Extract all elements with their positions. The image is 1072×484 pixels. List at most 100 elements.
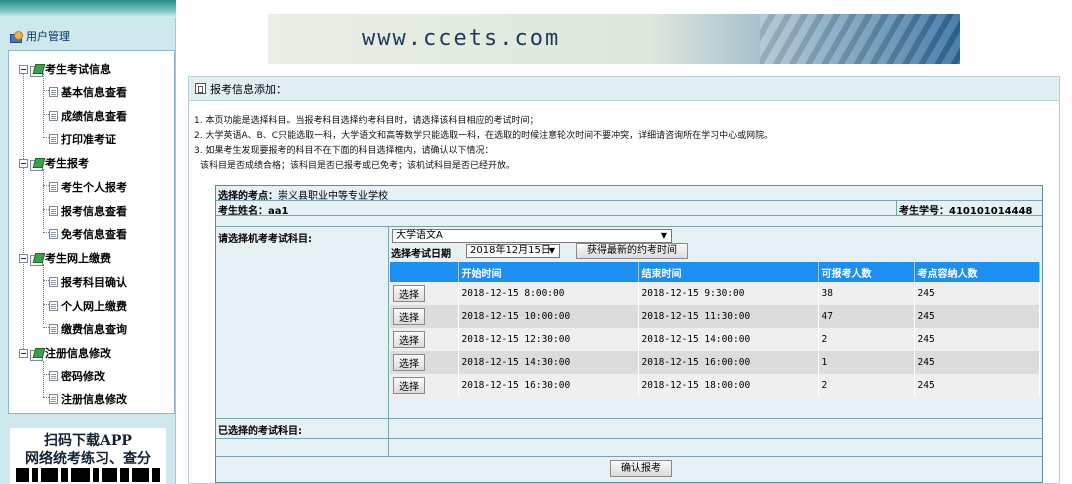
table-row: 选择 2018-12-15 16:30:00 2018-12-15 18:00:…: [390, 374, 1040, 397]
table-cell: 选择: [390, 282, 459, 305]
table-cell: 选择: [390, 374, 459, 397]
column-header: 考点容纳人数: [914, 262, 1040, 282]
banner-url-text: www.ccets.com: [362, 26, 561, 51]
confirm-registration-button[interactable]: 确认报考: [610, 460, 672, 477]
exam-date-label: 选择考试日期: [391, 249, 451, 260]
user-management-label: 用户管理: [26, 30, 70, 43]
document-icon: [49, 206, 58, 216]
table-cell: 245: [914, 305, 1040, 328]
nav-item-label: 密码修改: [61, 370, 105, 383]
exam-site-row: 选择的考点：崇义县职业中等专业学校: [218, 187, 388, 202]
tree-group-label: 考生报考: [45, 157, 89, 170]
dropdown-arrow-icon: ▼: [660, 231, 667, 240]
student-id-label: 考生学号：: [899, 206, 949, 217]
table-header-row: 开始时间 结束时间 可报考人数 考点容纳人数: [390, 262, 1040, 282]
note-line-2: 2. 大学英语A、B、C只能选取一科，大学语文和高等数学只能选取一科，在选取的时…: [194, 131, 774, 141]
table-cell: 47: [818, 305, 915, 328]
subject-select[interactable]: 大学语文A ▼: [392, 229, 672, 243]
exam-site-label: 选择的考点：: [218, 191, 278, 202]
folder-icon: [30, 253, 43, 266]
student-id-value: 410101014448: [949, 206, 1033, 217]
table-cell: 2: [818, 374, 915, 397]
table-row: 选择 2018-12-15 12:30:00 2018-12-15 14:00:…: [390, 328, 1040, 351]
tree-group-payment[interactable]: 考生网上缴费: [19, 250, 111, 266]
registration-form: 选择的考点：崇义县职业中等专业学校 考生姓名：aa1 考生学号：41010101…: [215, 185, 1043, 483]
table-cell: 选择: [390, 351, 459, 374]
collapse-icon[interactable]: [19, 253, 28, 263]
dropdown-arrow-icon: ▼: [548, 246, 555, 255]
nav-change-password[interactable]: 密码修改: [49, 368, 105, 384]
note-line-4: 该科目是否成绩合格；该科目是否已报考或已免考；该机试科目是否已经开放。: [200, 161, 516, 171]
select-slot-button[interactable]: 选择: [393, 285, 425, 302]
nav-registration-view[interactable]: 报考信息查看: [49, 203, 127, 219]
tree-group-account[interactable]: 注册信息修改: [19, 345, 111, 361]
select-slot-button[interactable]: 选择: [393, 354, 425, 371]
panel-header: 报考信息添加：: [189, 77, 1059, 101]
refresh-slots-button[interactable]: 获得最新的约考时间: [576, 243, 688, 259]
exam-slot-table: 开始时间 结束时间 可报考人数 考点容纳人数 选择 2018-12-15 8:0…: [390, 262, 1040, 397]
folder-icon: [30, 348, 43, 361]
nav-score-info[interactable]: 成绩信息查看: [49, 108, 127, 124]
table-cell: 2018-12-15 14:30:00: [458, 351, 639, 374]
table-cell: 选择: [390, 305, 459, 328]
document-icon: [49, 87, 58, 97]
tree-group-label: 注册信息修改: [45, 347, 111, 360]
tree-group-registration[interactable]: 考生报考: [19, 155, 89, 171]
table-cell: 245: [914, 282, 1040, 305]
table-cell: 245: [914, 374, 1040, 397]
table-cell: 38: [818, 282, 915, 305]
nav-edit-registration[interactable]: 注册信息修改: [49, 391, 127, 407]
nav-subject-confirm[interactable]: 报考科目确认: [49, 274, 127, 290]
select-slot-button[interactable]: 选择: [393, 377, 425, 394]
table-cell: 2018-12-15 18:00:00: [638, 374, 819, 397]
banner-photo: [760, 14, 960, 64]
table-cell: 2018-12-15 16:30:00: [458, 374, 639, 397]
select-slot-button[interactable]: 选择: [393, 331, 425, 348]
exam-site-value: 崇义县职业中等专业学校: [278, 191, 388, 202]
subject-select-value: 大学语文A: [396, 230, 443, 241]
note-line-3: 3. 如果考生发现要报考的科目不在下面的科目选择框内，请确认以下情况：: [194, 146, 494, 156]
nav-basic-info[interactable]: 基本信息查看: [49, 84, 127, 100]
nav-payment-query[interactable]: 缴费信息查询: [49, 321, 127, 337]
app-promo-line2: 网络统考练习、查分: [25, 451, 151, 467]
collapse-icon[interactable]: [19, 348, 28, 358]
nav-item-label: 个人网上缴费: [61, 300, 127, 313]
table-cell: 245: [914, 328, 1040, 351]
table-row: 选择 2018-12-15 14:30:00 2018-12-15 16:00:…: [390, 351, 1040, 374]
app-download-promo[interactable]: 扫码下载APP 网络统考练习、查分: [10, 428, 166, 484]
nav-personal-registration[interactable]: 考生个人报考: [49, 179, 127, 195]
selected-subjects-label: 已选择的考试科目:: [218, 426, 302, 437]
document-icon: [49, 371, 58, 381]
user-management-link[interactable]: 用户管理: [10, 28, 70, 44]
subject-select-label: 请选择机考考试科目:: [218, 234, 312, 245]
table-cell: 2018-12-15 12:30:00: [458, 328, 639, 351]
nav-item-label: 报考信息查看: [61, 205, 127, 218]
table-cell: 2018-12-15 8:00:00: [458, 282, 639, 305]
table-cell: 245: [914, 351, 1040, 374]
nav-print-admission[interactable]: 打印准考证: [49, 131, 116, 147]
nav-item-label: 成绩信息查看: [61, 110, 127, 123]
document-icon: [49, 324, 58, 334]
nav-item-label: 打印准考证: [61, 133, 116, 146]
column-header: 开始时间: [458, 262, 639, 282]
nav-tree: 考生考试信息 基本信息查看 成绩信息查看 打印准考证 考生报考 考生个人报考 报…: [8, 50, 175, 414]
nav-exemption-view[interactable]: 免考信息查看: [49, 226, 127, 242]
document-icon: [49, 229, 58, 239]
nav-item-label: 基本信息查看: [61, 86, 127, 99]
collapse-icon[interactable]: [19, 158, 28, 168]
column-header: 结束时间: [638, 262, 819, 282]
nav-online-payment[interactable]: 个人网上缴费: [49, 298, 127, 314]
student-name-row: 考生姓名：aa1: [218, 202, 288, 217]
exam-date-select[interactable]: 2018年12月15日 ▼: [466, 244, 560, 258]
folder-icon: [30, 64, 43, 77]
collapse-icon[interactable]: [19, 64, 28, 74]
panel-title: 报考信息添加：: [210, 82, 287, 96]
nav-item-label: 缴费信息查询: [61, 323, 127, 336]
document-icon: [49, 134, 58, 144]
table-cell: 选择: [390, 328, 459, 351]
tree-group-exam-info[interactable]: 考生考试信息: [19, 61, 111, 77]
nav-item-label: 注册信息修改: [61, 393, 127, 406]
select-slot-button[interactable]: 选择: [393, 308, 425, 325]
page-icon: [195, 83, 206, 94]
table-cell: 2018-12-15 9:30:00: [638, 282, 819, 305]
